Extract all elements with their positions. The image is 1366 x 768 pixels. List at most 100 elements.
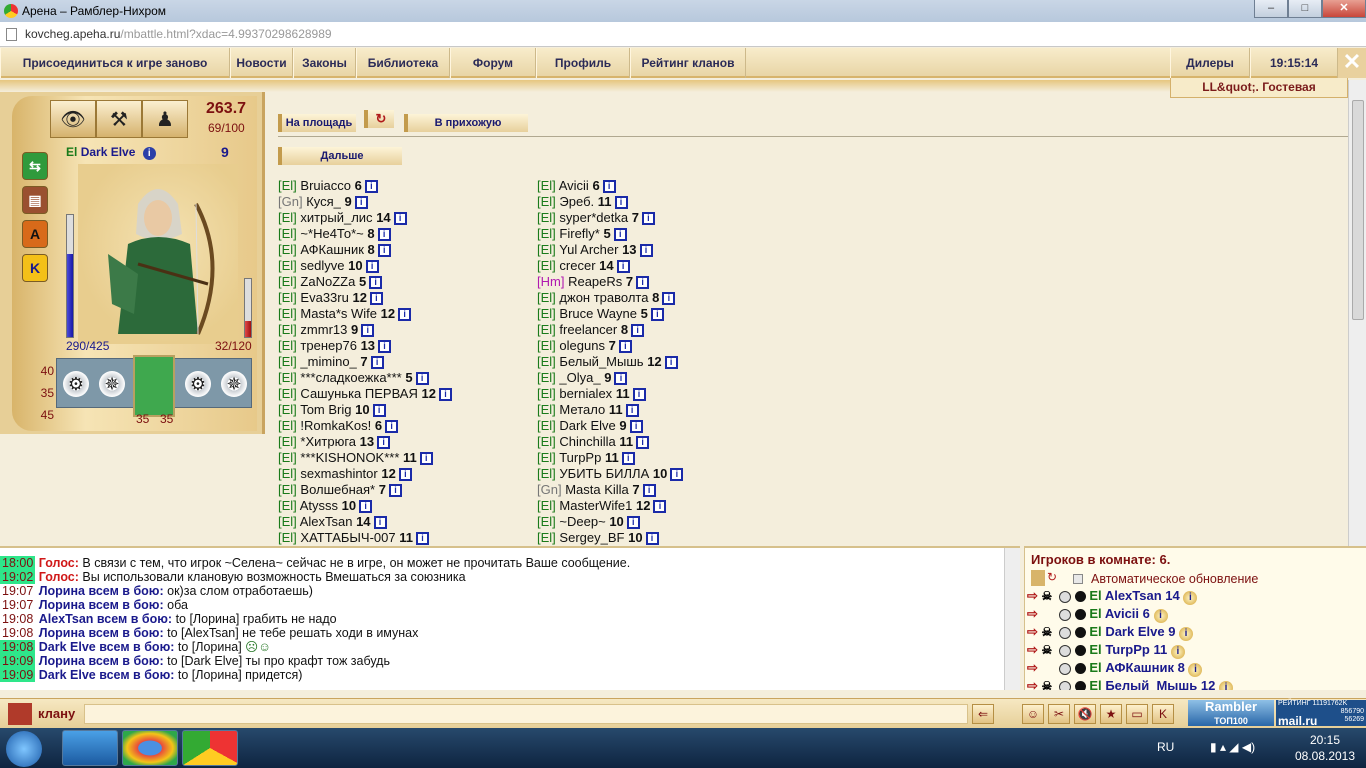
player-row[interactable]: [El] джон траволта 8i xyxy=(537,290,683,306)
nichrome-taskbar-icon[interactable] xyxy=(182,730,238,766)
chat-sender[interactable]: Голос: xyxy=(39,570,79,584)
gear-slot-icon[interactable]: ⚙ xyxy=(63,371,89,397)
star-icon[interactable]: ★ xyxy=(1100,704,1122,724)
player-row[interactable]: [El] ~*Не4То*~ 8i xyxy=(278,226,452,242)
player-name[interactable]: ReapeRs xyxy=(568,274,622,289)
player-name[interactable]: Masta Killa xyxy=(565,482,629,497)
profile-link[interactable]: Профиль xyxy=(536,48,630,78)
player-info-icon[interactable]: i xyxy=(369,292,383,306)
player-row[interactable]: [El] Bruce Wayne 5i xyxy=(537,306,683,322)
player-name[interactable]: Сашунька ПЕРВАЯ xyxy=(300,386,417,401)
auto-update-checkbox[interactable] xyxy=(1073,574,1083,584)
player-info-icon[interactable]: i xyxy=(618,340,632,354)
player-info-icon[interactable]: i xyxy=(370,356,384,370)
player-info-icon[interactable]: i xyxy=(378,340,392,354)
chat-sender[interactable]: AlexTsan всем в бою: xyxy=(39,612,172,626)
player-row[interactable]: [Gn] Куся_ 9i xyxy=(278,194,452,210)
laws-link[interactable]: Законы xyxy=(293,48,356,78)
player-row[interactable]: [El] тренер76 13 i xyxy=(278,338,452,354)
player-name[interactable]: ~*Не4То*~ xyxy=(300,226,363,241)
player-name[interactable]: ХАТТАБЫЧ-007 xyxy=(300,530,395,545)
player-name[interactable]: Белый_Мышь xyxy=(559,354,643,369)
player-name[interactable]: _Olya_ xyxy=(559,370,600,385)
player-info-icon[interactable]: i xyxy=(388,484,402,498)
address-bar[interactable]: kovcheg.apeha.ru/mbattle.html?xdac=4.993… xyxy=(0,22,1366,47)
player-row[interactable]: [El] crecer 14 i xyxy=(537,258,683,274)
chat-message-input[interactable] xyxy=(84,704,968,724)
player-info-icon[interactable]: i xyxy=(636,276,650,290)
system-clock[interactable]: 20:15 08.08.2013 xyxy=(1290,732,1360,764)
player-info-icon[interactable]: i xyxy=(631,324,645,338)
player-info-icon[interactable]: i xyxy=(639,244,653,258)
mute-icon[interactable]: 🔇 xyxy=(1074,704,1096,724)
chat-sender[interactable]: Голос: xyxy=(39,556,79,570)
player-name[interactable]: Эреб. xyxy=(559,194,594,209)
chat-sender[interactable]: Dark Elve всем в бою: xyxy=(39,668,175,682)
arrow-icon[interactable]: ⇨ xyxy=(1027,606,1042,621)
player-name[interactable]: Bruiacco xyxy=(300,178,351,193)
forum-link[interactable]: Форум xyxy=(450,48,536,78)
exit-icon[interactable]: ✕ xyxy=(1338,48,1366,78)
tray-icons[interactable]: ▮ ▴ ◢ ◀) xyxy=(1210,740,1255,754)
book-icon[interactable]: ▤ xyxy=(22,186,48,214)
player-row[interactable]: [El] TurpPp 11 i xyxy=(537,450,683,466)
player-row[interactable]: [El] Dark Elve 9i xyxy=(537,418,683,434)
player-info-icon[interactable]: i xyxy=(419,452,433,466)
arrow-icon[interactable]: ⇨ xyxy=(1027,642,1042,657)
player-row[interactable]: [El] zmmr13 9i xyxy=(278,322,452,338)
player-row[interactable]: [El] Метало 11 i xyxy=(537,402,683,418)
player-name[interactable]: хитрый_лис xyxy=(300,210,372,225)
player-row[interactable]: [El] Atysss 10 i xyxy=(278,498,452,514)
minimize-button[interactable]: – xyxy=(1254,0,1288,18)
player-info-icon[interactable]: i xyxy=(613,228,627,242)
gear-slot-icon[interactable]: ⚙ xyxy=(185,371,211,397)
player-row[interactable]: [El] Эреб. 11 i xyxy=(537,194,683,210)
player-row[interactable]: [El] ХАТТАБЫЧ-007 11 i xyxy=(278,530,452,546)
gear-slot-icon[interactable]: ✵ xyxy=(99,371,125,397)
arrow-icon[interactable]: ⇨ xyxy=(1027,660,1042,675)
player-info-icon[interactable]: i xyxy=(662,292,676,306)
chrome-taskbar-icon[interactable] xyxy=(122,730,178,766)
player-info-icon[interactable]: i xyxy=(650,308,664,322)
player-info-icon[interactable]: i xyxy=(636,436,650,450)
wizard-icon[interactable]: ♟ xyxy=(142,100,188,138)
player-row[interactable]: [El] Yul Archer 13 i xyxy=(537,242,683,258)
smiley-icon[interactable]: ☺ xyxy=(1022,704,1044,724)
room-player-info-icon[interactable]: i xyxy=(1153,609,1168,623)
player-row[interactable]: [El] Белый_Мышь 12 i xyxy=(537,354,683,370)
chat-sender[interactable]: Лорина всем в бою: xyxy=(39,654,164,668)
player-row[interactable]: [El] ZaNoZZa 5i xyxy=(278,274,452,290)
file-explorer-taskbar-icon[interactable] xyxy=(62,730,118,766)
keyboard-language[interactable]: RU xyxy=(1157,740,1174,754)
player-info-icon[interactable]: i xyxy=(629,420,643,434)
k-icon[interactable]: K xyxy=(22,254,48,282)
eye-icon[interactable]: 👁 xyxy=(50,100,96,138)
player-name[interactable]: *Хитрюга xyxy=(300,434,356,449)
player-row[interactable]: [El] AlexTsan 14 i xyxy=(278,514,452,530)
player-row[interactable]: [El] Tom Brig 10 i xyxy=(278,402,452,418)
clan-rating-link[interactable]: Рейтинг кланов xyxy=(630,48,746,78)
arrow-icon[interactable]: ⇨ xyxy=(1027,678,1042,690)
player-name[interactable]: Sergey_BF xyxy=(559,530,624,545)
chat-sender[interactable]: Лорина всем в бою: xyxy=(39,598,164,612)
player-name[interactable]: zmmr13 xyxy=(300,322,347,337)
folder-icon[interactable]: ▭ xyxy=(1126,704,1148,724)
room-refresh-icon[interactable]: ↻ xyxy=(1047,570,1057,584)
player-name[interactable]: syper*detka xyxy=(559,210,628,225)
start-button[interactable] xyxy=(6,731,42,767)
player-info-icon[interactable]: i xyxy=(626,516,640,530)
player-info-icon[interactable]: i xyxy=(602,180,616,194)
room-player-name[interactable]: AlexTsan xyxy=(1105,588,1162,603)
player-info-icon[interactable]: i xyxy=(664,356,678,370)
player-row[interactable]: [El] syper*detka 7i xyxy=(537,210,683,226)
player-row[interactable]: [El] Eva33ru 12 i xyxy=(278,290,452,306)
player-name[interactable]: bernialex xyxy=(559,386,612,401)
player-name[interactable]: !RomkaKos! xyxy=(300,418,371,433)
player-info-icon[interactable]: i xyxy=(372,404,386,418)
player-row[interactable]: [El] УБИТЬ БИЛЛА 10 i xyxy=(537,466,684,482)
maximize-button[interactable]: □ xyxy=(1288,0,1322,18)
player-name[interactable]: sedlyve xyxy=(300,258,344,273)
room-player-row[interactable]: ⇨ El Avicii 6 i xyxy=(1027,606,1168,624)
refresh-icon[interactable]: ↻ xyxy=(364,110,394,128)
character-info-icon[interactable]: i xyxy=(142,147,156,160)
